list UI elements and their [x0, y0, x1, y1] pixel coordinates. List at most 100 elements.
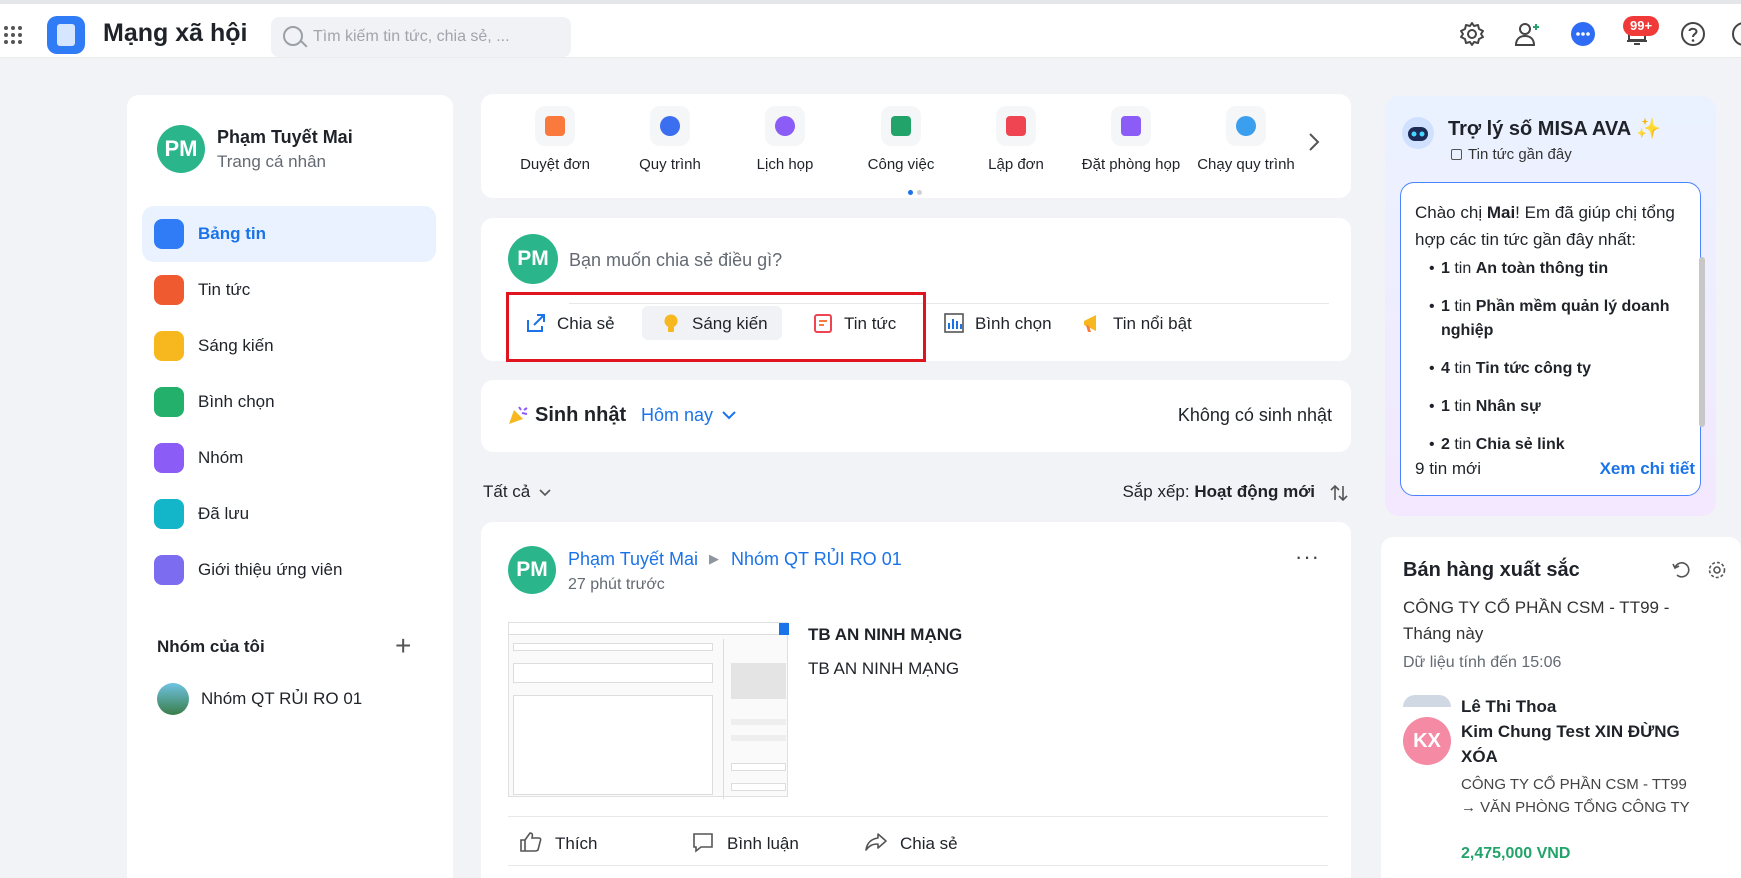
quick-action-cong-viec[interactable]: Công việc [846, 106, 956, 173]
quick-action-dat-phong-hop[interactable]: Đặt phòng họp [1076, 106, 1186, 173]
app-title: Mạng xã hội [103, 19, 248, 47]
chat-icon[interactable] [1569, 20, 1597, 48]
robot-avatar-icon [1402, 117, 1434, 149]
post-image[interactable] [508, 622, 789, 799]
assistant-news-item[interactable]: 1 tin Nhân sự [1429, 395, 1690, 419]
notification-badge: 99+ [1623, 16, 1660, 36]
newsfeed-icon [154, 219, 184, 249]
birthday-filter-dropdown[interactable]: Hôm nay [641, 405, 736, 426]
feed-filter-dropdown[interactable]: Tất cả [483, 482, 551, 502]
quick-action-chay-quy-trinh[interactable]: Chạy quy trình [1191, 106, 1301, 173]
news-button[interactable]: Tin tức [812, 312, 896, 334]
lightbulb-icon [664, 314, 678, 332]
post-author[interactable]: Phạm Tuyết Mai [568, 549, 698, 570]
create-form-icon [996, 106, 1036, 146]
quick-action-quy-trinh[interactable]: Quy trình [615, 106, 725, 173]
profile-avatar[interactable]: PM [157, 125, 205, 173]
assistant-news-item[interactable]: 4 tin Tin tức công ty [1429, 357, 1690, 381]
like-button[interactable]: Thích [519, 830, 598, 854]
quick-action-lich-hop[interactable]: Lịch họp [730, 106, 840, 173]
run-workflow-icon [1226, 106, 1266, 146]
nav-item-label: Tin tức [198, 280, 251, 299]
poll-button[interactable]: Bình chọn [943, 312, 1052, 334]
settings-gear-icon[interactable] [1707, 560, 1727, 580]
quick-action-label: Chạy quy trình [1197, 156, 1295, 173]
book-room-icon [1111, 106, 1151, 146]
search-icon [283, 26, 303, 46]
assistant-news-item[interactable]: 1 tin Phần mềm quản lý doanh nghiệp [1429, 295, 1690, 343]
sort-icon[interactable] [1329, 484, 1349, 502]
carousel-dots [906, 182, 924, 200]
search-input[interactable] [313, 25, 553, 49]
post-title: TB AN NINH MẠNG [808, 625, 963, 644]
new-label: tin mới [1429, 459, 1481, 478]
quick-action-label: Công việc [867, 156, 935, 173]
composer-avatar: PM [508, 234, 558, 284]
nav-item-nhom[interactable]: Nhóm [142, 430, 436, 486]
assistant-subtitle-label: Tin tức gần đây [1468, 146, 1572, 163]
group-item[interactable]: Nhóm QT RỦI RO 01 [201, 689, 362, 709]
sort-value: Hoạt động mới [1194, 482, 1315, 501]
seller-avatar[interactable]: KX [1403, 717, 1451, 765]
share-button[interactable]: Chia sẻ [525, 312, 615, 334]
post-author-avatar[interactable]: PM [508, 546, 556, 594]
view-detail-link[interactable]: Xem chi tiết [1600, 459, 1695, 479]
nav-item-bang-tin[interactable]: Bảng tin [142, 206, 436, 262]
featured-news-button[interactable]: Tin nổi bật [1081, 312, 1192, 334]
quick-action-duyet-don[interactable]: Duyệt đơn [500, 106, 610, 173]
profile-subtitle[interactable]: Trang cá nhân [217, 152, 326, 172]
featured-news-label: Tin nổi bật [1113, 314, 1192, 333]
nav-item-sang-kien[interactable]: Sáng kiến [142, 318, 436, 374]
assistant-footer: 9 tin mới Xem chi tiết [1415, 459, 1695, 483]
group-icon [154, 443, 184, 473]
seller-name[interactable]: Kim Chung Test XIN ĐỪNG XÓA [1461, 719, 1721, 769]
sales-title: Bán hàng xuất sắc [1403, 559, 1580, 581]
assistant-news-item[interactable]: 1 tin An toàn thông tin [1429, 257, 1690, 281]
scrollbar[interactable] [1699, 257, 1705, 427]
chevron-right-icon[interactable] [1305, 132, 1321, 152]
top-seller-name[interactable]: Lê Thi Thoa [1461, 697, 1556, 717]
share-icon [527, 314, 545, 332]
share-label: Chia sẻ [557, 314, 615, 333]
nav-item-binh-chon[interactable]: Bình chọn [142, 374, 436, 430]
share-post-label: Chia sẻ [900, 834, 958, 853]
quick-action-lap-don[interactable]: Lập đơn [961, 106, 1071, 173]
quick-action-label: Lập đơn [988, 156, 1044, 173]
add-group-icon[interactable]: + [395, 630, 411, 662]
divider [508, 865, 1328, 866]
birthday-card: Sinh nhật Hôm nay Không có sinh nhật [481, 380, 1351, 452]
nav-item-tin-tuc[interactable]: Tin tức [142, 262, 436, 318]
nav-item-label: Nhóm [198, 448, 244, 467]
app-grid-icon[interactable] [4, 26, 24, 46]
help-icon[interactable] [1679, 20, 1707, 48]
greeting-prefix: Chào chị [1415, 203, 1487, 222]
group-avatar[interactable] [157, 683, 189, 715]
nav-item-da-luu[interactable]: Đã lưu [142, 486, 436, 542]
feed-filter-bar: Tất cả Sắp xếp: Hoạt động mới [481, 482, 1351, 506]
comment-button[interactable]: Bình luận [691, 830, 799, 854]
quick-action-label: Duyệt đơn [520, 156, 590, 173]
comment-icon [693, 833, 713, 853]
sort-label: Sắp xếp: [1122, 482, 1190, 501]
initiative-button[interactable]: Sáng kiến [642, 306, 782, 340]
add-friend-icon[interactable] [1513, 20, 1541, 48]
assistant-news-list: 1 tin An toàn thông tin 1 tin Phần mềm q… [1415, 257, 1690, 471]
post-composer: PM Bạn muốn chia sẻ điều gì? Chia sẻ Sán… [481, 218, 1351, 362]
search-box[interactable] [271, 17, 571, 57]
profile-name[interactable]: Phạm Tuyết Mai [217, 127, 353, 148]
refresh-icon[interactable] [1671, 560, 1691, 580]
settings-gear-icon[interactable] [1458, 20, 1486, 48]
composer-input[interactable]: Bạn muốn chia sẻ điều gì? [569, 250, 782, 271]
sort-dropdown[interactable]: Sắp xếp: Hoạt động mới [1122, 482, 1315, 502]
assistant-news-item[interactable]: 2 tin Chia sẻ link [1429, 433, 1690, 457]
user-menu-icon[interactable] [1730, 20, 1741, 48]
app-logo-icon[interactable] [47, 16, 85, 54]
share-post-button[interactable]: Chia sẻ [864, 830, 958, 854]
feed-filter-label: Tất cả [483, 482, 531, 501]
post-group[interactable]: Nhóm QT RỦI RO 01 [731, 549, 902, 570]
quick-action-label: Đặt phòng họp [1081, 156, 1181, 173]
nav-item-gioi-thieu-ung-vien[interactable]: Giới thiệu ứng viên [142, 542, 436, 598]
more-options-icon[interactable]: ··· [1295, 544, 1320, 570]
top-sales-card: Bán hàng xuất sắc CÔNG TY CỔ PHẦN CSM - … [1381, 537, 1741, 878]
divider [508, 816, 1328, 817]
